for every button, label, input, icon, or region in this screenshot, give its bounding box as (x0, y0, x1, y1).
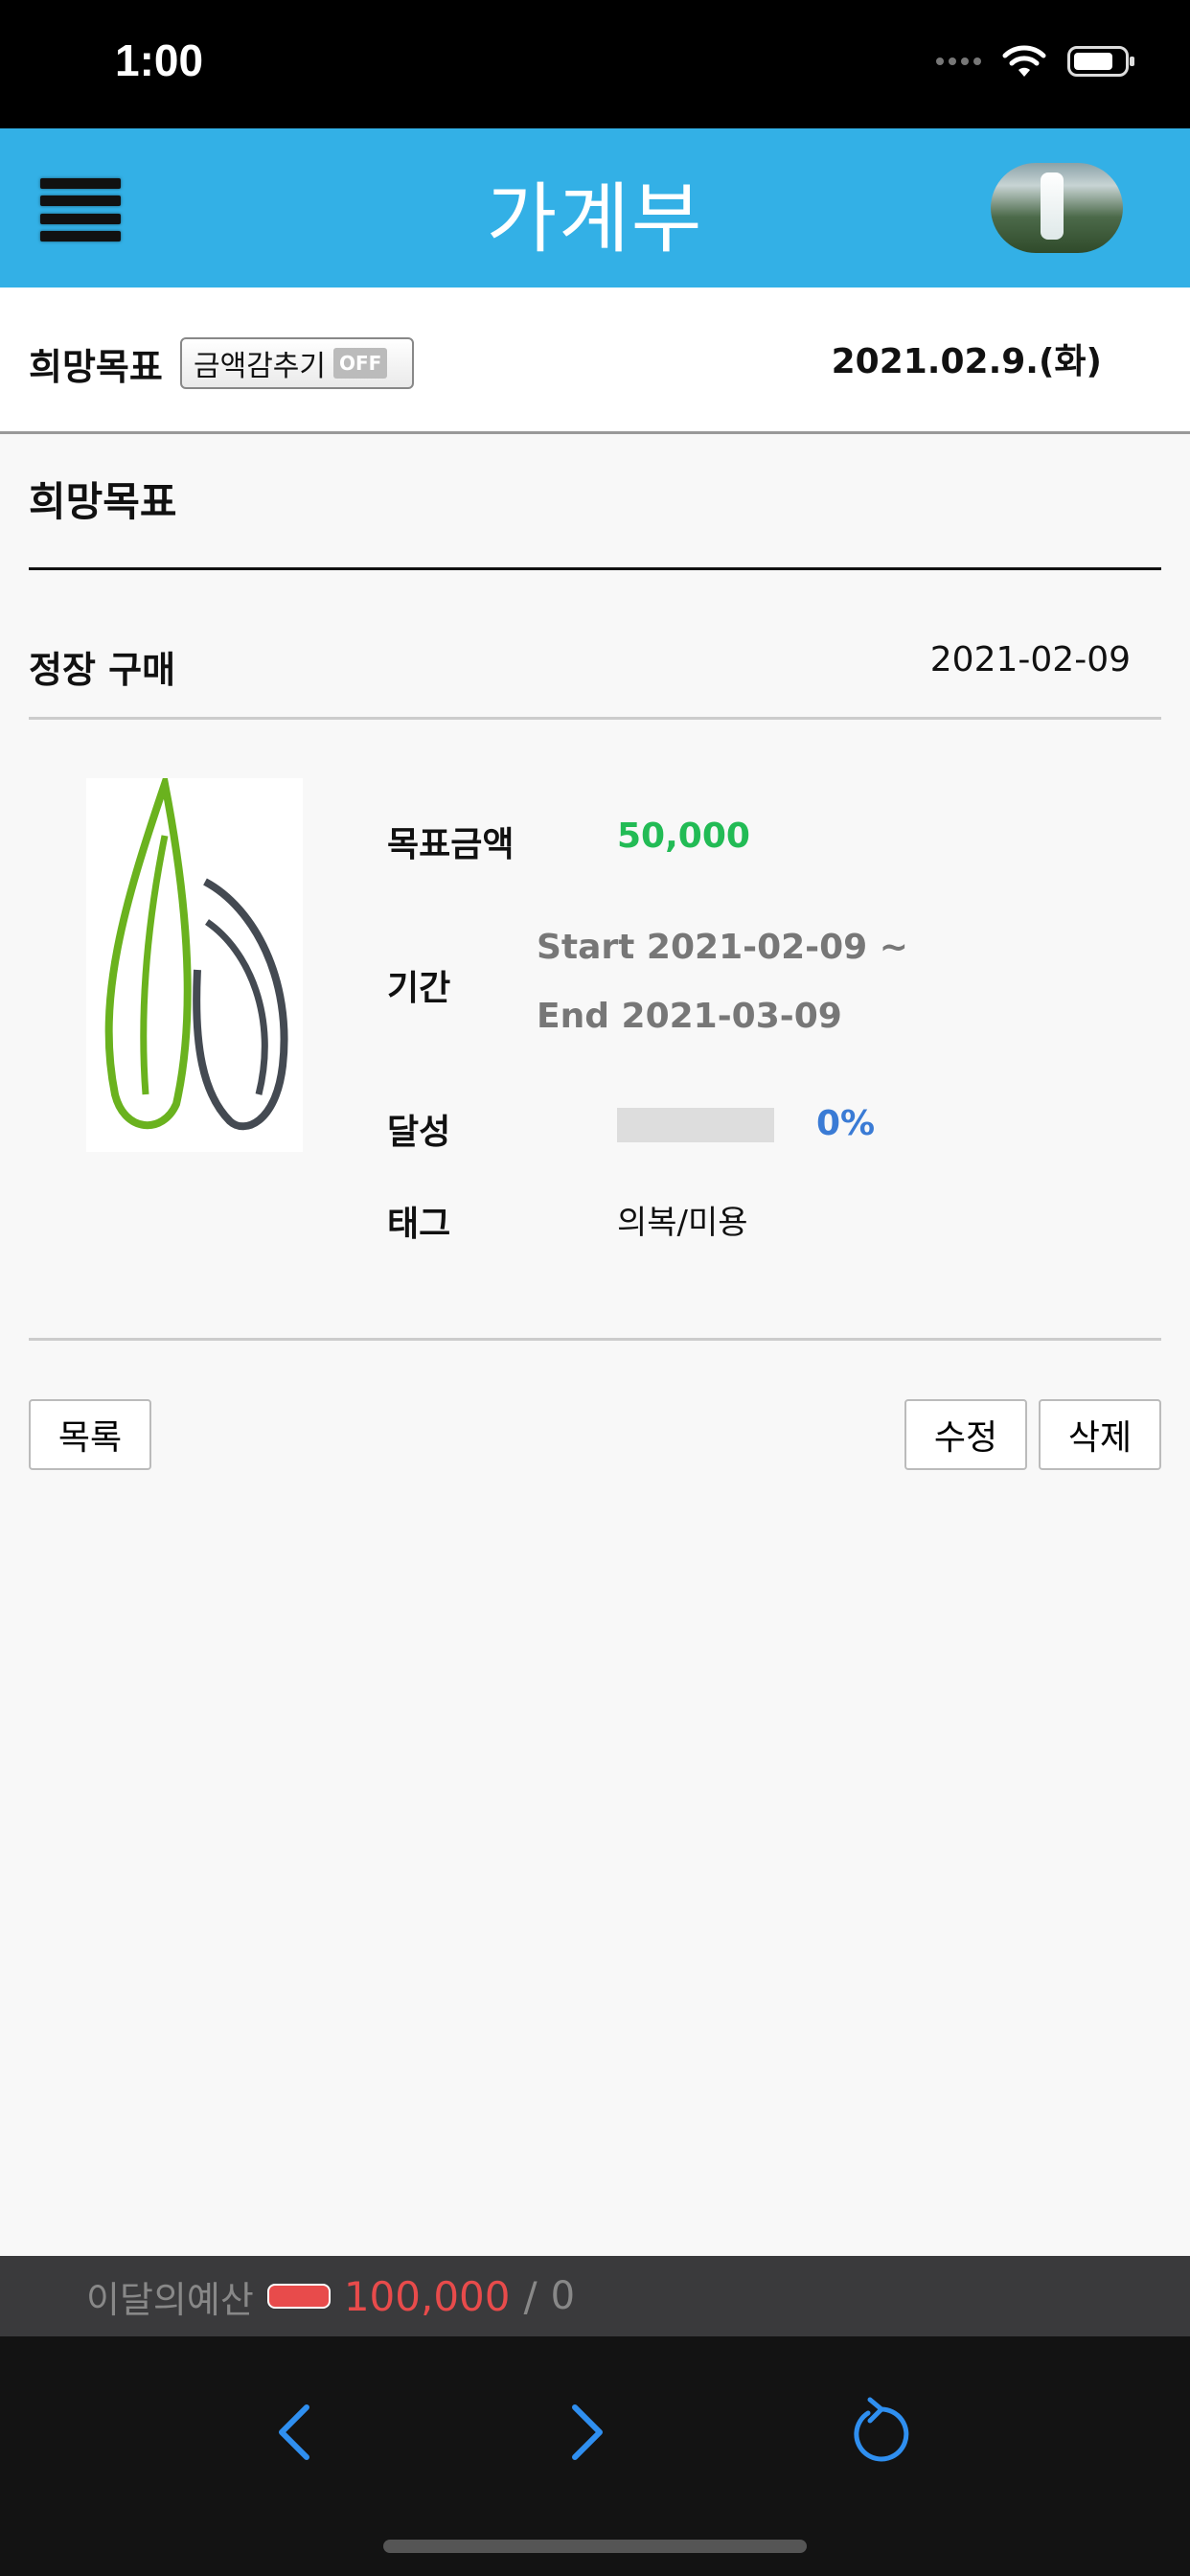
status-bar: 1:00 (0, 0, 1190, 128)
chevron-left-icon[interactable] (259, 2394, 335, 2471)
budget-label: 이달의예산 (86, 2278, 254, 2321)
goal-date: 2021-02-09 (929, 640, 1131, 679)
budget-amount: 100,000 (343, 2272, 511, 2320)
reload-icon[interactable] (843, 2394, 920, 2471)
hide-amount-label: 금액감추기 (194, 350, 326, 383)
app-header: 가계부 (0, 128, 1190, 288)
target-value: 50,000 (617, 816, 750, 856)
achievement-percent: 0% (816, 1104, 876, 1143)
avatar[interactable] (991, 163, 1123, 253)
budget-pill-icon (266, 2284, 331, 2309)
goal-name: 정장 구매 (29, 649, 176, 691)
current-date: 2021.02.9.(화) (831, 342, 1102, 381)
battery-icon (1067, 46, 1134, 77)
section-title: 희망목표 (29, 478, 177, 525)
toggle-state-badge: OFF (333, 348, 388, 379)
budget-separator: / (523, 2272, 538, 2320)
period-label: 기간 (387, 969, 451, 1008)
target-label: 목표금액 (387, 825, 515, 864)
hide-amount-toggle[interactable]: 금액감추기 OFF (180, 337, 414, 389)
budget-bar: 이달의예산 100,000 / 0 (0, 2256, 1190, 2336)
divider (29, 717, 1161, 720)
chevron-right-icon[interactable] (546, 2394, 623, 2471)
budget-spent: 0 (550, 2274, 576, 2318)
achievement-label: 달성 (387, 1113, 451, 1152)
tag-value: 의복/미용 (617, 1204, 748, 1242)
leaf-logo-icon (104, 769, 288, 1131)
signal-icon (936, 58, 981, 65)
divider (29, 567, 1161, 570)
list-button[interactable]: 목록 (29, 1399, 151, 1470)
goal-image (86, 769, 303, 1152)
delete-button[interactable]: 삭제 (1039, 1399, 1161, 1470)
period-end: End 2021-03-09 (537, 997, 842, 1036)
status-icons (936, 42, 1134, 80)
wifi-icon (1002, 45, 1046, 77)
status-time: 1:00 (115, 35, 204, 85)
period-start: Start 2021-02-09 ~ (537, 928, 908, 967)
edit-button[interactable]: 수정 (904, 1399, 1027, 1470)
sub-header-title: 희망목표 (29, 346, 163, 388)
home-indicator (383, 2540, 807, 2553)
sub-header: 희망목표 금액감추기 OFF 2021.02.9.(화) (0, 288, 1190, 434)
tag-label: 태그 (387, 1205, 451, 1244)
divider (29, 1338, 1161, 1341)
achievement-progress-bar (617, 1108, 774, 1142)
